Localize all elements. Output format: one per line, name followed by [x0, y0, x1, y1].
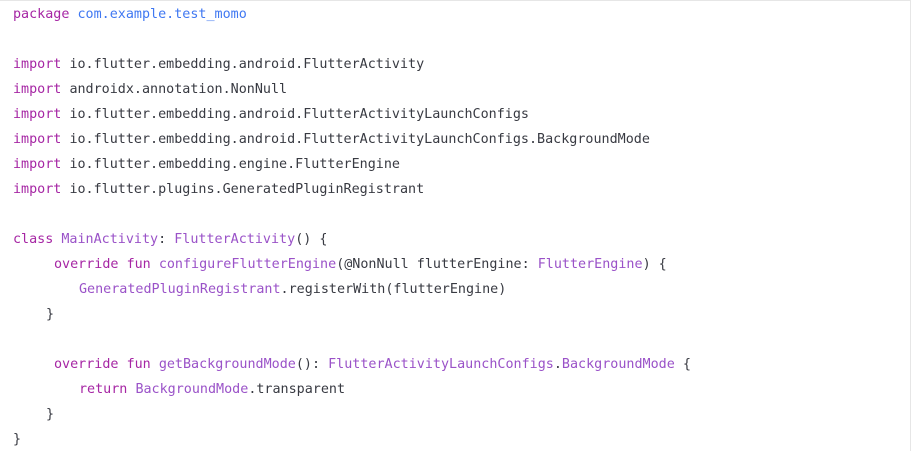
method-params-colon: :	[521, 257, 538, 272]
import-path: io.flutter.embedding.android.FlutterActi…	[69, 132, 650, 147]
import-path: io.flutter.embedding.android.FlutterActi…	[69, 107, 529, 122]
method-params: ():	[295, 357, 329, 372]
import-line: import io.flutter.embedding.android.Flut…	[13, 127, 650, 152]
call-receiver: GeneratedPluginRegistrant	[79, 282, 281, 297]
import-line: import androidx.annotation.NonNull	[13, 77, 287, 102]
import-keyword: import	[13, 182, 62, 197]
override-keyword: override	[54, 257, 119, 272]
method-param-type: FlutterEngine	[537, 257, 643, 272]
method-body-line: return BackgroundMode.transparent	[79, 377, 345, 402]
import-keyword: import	[13, 132, 62, 147]
return-type-inner: BackgroundMode	[561, 357, 675, 372]
call-expression: .registerWith(flutterEngine)	[280, 282, 507, 297]
method-signature-line: override fun getBackgroundMode(): Flutte…	[54, 352, 691, 377]
class-name: MainActivity	[61, 232, 159, 247]
import-path: androidx.annotation.NonNull	[69, 82, 288, 97]
method-name: getBackgroundMode	[158, 357, 296, 372]
import-line: import io.flutter.embedding.android.Flut…	[13, 52, 424, 77]
code-block: package com.example.test_momo import io.…	[0, 0, 911, 451]
package-line: package com.example.test_momo	[13, 2, 247, 27]
fun-keyword: fun	[126, 357, 151, 372]
return-keyword: return	[79, 382, 128, 397]
method-signature-line: override fun configureFlutterEngine(@Non…	[54, 252, 667, 277]
method-name: configureFlutterEngine	[158, 257, 337, 272]
method-open-brace: {	[674, 357, 691, 372]
class-declaration-line: class MainActivity: FlutterActivity() {	[13, 227, 327, 252]
close-brace: }	[46, 407, 55, 422]
import-keyword: import	[13, 107, 62, 122]
close-brace: }	[46, 307, 55, 322]
package-name: com.example.test_momo	[77, 7, 247, 22]
import-path: io.flutter.embedding.android.FlutterActi…	[69, 57, 425, 72]
import-path: io.flutter.embedding.engine.FlutterEngin…	[69, 157, 400, 172]
class-tail: () {	[295, 232, 328, 247]
method-body-line: GeneratedPluginRegistrant.registerWith(f…	[79, 277, 506, 302]
method-params-close: ) {	[642, 257, 667, 272]
class-keyword: class	[13, 232, 54, 247]
class-separator: :	[158, 232, 175, 247]
method-params-open: (@NonNull flutterEngine	[336, 257, 522, 272]
return-type: BackgroundMode	[135, 382, 249, 397]
import-line: import io.flutter.embedding.engine.Flutt…	[13, 152, 400, 177]
close-brace: }	[13, 432, 22, 447]
import-line: import io.flutter.embedding.android.Flut…	[13, 102, 529, 127]
class-parent: FlutterActivity	[174, 232, 296, 247]
import-keyword: import	[13, 57, 62, 72]
package-keyword: package	[13, 7, 70, 22]
import-line: import io.flutter.plugins.GeneratedPlugi…	[13, 177, 424, 202]
return-type-dot: .	[553, 357, 562, 372]
import-path: io.flutter.plugins.GeneratedPluginRegist…	[69, 182, 425, 197]
fun-keyword: fun	[126, 257, 151, 272]
return-member: .transparent	[248, 382, 346, 397]
override-keyword: override	[54, 357, 119, 372]
import-keyword: import	[13, 82, 62, 97]
return-type-outer: FlutterActivityLaunchConfigs	[328, 357, 554, 372]
import-keyword: import	[13, 157, 62, 172]
